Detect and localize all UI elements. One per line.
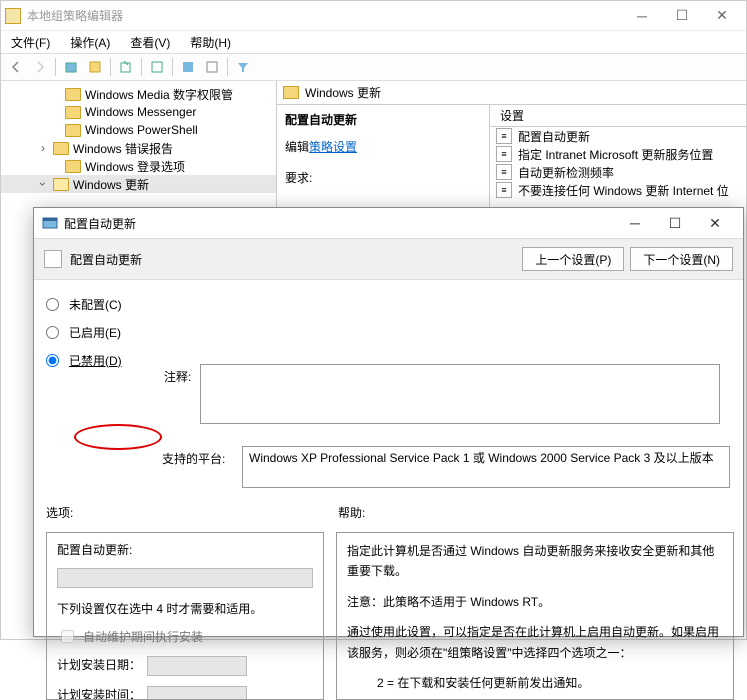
policy-icon <box>44 250 62 268</box>
help-button[interactable] <box>177 56 199 78</box>
properties-button[interactable] <box>201 56 223 78</box>
details-header: Windows 更新 <box>277 81 746 105</box>
dialog-toolbar-label: 配置自动更新 <box>70 251 516 268</box>
folder-icon <box>53 142 69 155</box>
help-box: 指定此计算机是否通过 Windows 自动更新服务来接收安全更新和其他重要下载。… <box>336 532 734 700</box>
refresh-button[interactable] <box>146 56 168 78</box>
policy-icon: ≡ <box>496 146 512 162</box>
list-item[interactable]: ≡配置自动更新 <box>490 127 746 145</box>
menu-file[interactable]: 文件(F) <box>5 32 56 53</box>
dialog-title: 配置自动更新 <box>64 215 615 232</box>
dialog-icon <box>42 215 58 231</box>
filter-button[interactable] <box>232 56 254 78</box>
comment-label: 注释: <box>164 368 191 385</box>
export-button[interactable] <box>115 56 137 78</box>
dialog-toolbar: 配置自动更新 上一个设置(P) 下一个设置(N) <box>34 238 743 280</box>
folder-icon <box>283 86 299 99</box>
highlight-ellipse <box>74 424 162 450</box>
options-heading: 配置自动更新: <box>57 541 313 558</box>
app-icon <box>5 8 21 24</box>
list-item[interactable]: ≡指定 Intranet Microsoft 更新服务位置 <box>490 145 746 163</box>
policy-icon: ≡ <box>496 128 512 144</box>
prev-setting-button[interactable]: 上一个设置(P) <box>522 247 624 271</box>
install-time-label: 计划安装时间： <box>57 688 141 700</box>
install-date-select[interactable] <box>147 656 247 676</box>
edit-policy-link[interactable]: 策略设置 <box>309 140 357 154</box>
options-label: 选项: <box>46 504 338 521</box>
tree-item[interactable]: Windows PowerShell <box>1 121 276 139</box>
options-note: 下列设置仅在选中 4 时才需要和适用。 <box>57 600 313 617</box>
menu-action[interactable]: 操作(A) <box>64 32 116 53</box>
maximize-button[interactable]: ☐ <box>662 2 702 30</box>
dialog-minimize-button[interactable]: ─ <box>615 210 655 236</box>
list-button[interactable] <box>84 56 106 78</box>
radio-disabled[interactable]: 已禁用(D) <box>46 346 151 374</box>
toolbar <box>1 53 746 81</box>
policy-dialog: 配置自动更新 ─ ☐ ✕ 配置自动更新 上一个设置(P) 下一个设置(N) 未配… <box>33 207 744 637</box>
tree-item[interactable]: ›Windows 错误报告 <box>1 139 276 157</box>
up-button[interactable] <box>60 56 82 78</box>
list-item[interactable]: ≡不要连接任何 Windows 更新 Internet 位 <box>490 181 746 199</box>
tree-item[interactable]: Windows Media 数字权限管 <box>1 85 276 103</box>
dialog-maximize-button[interactable]: ☐ <box>655 210 695 236</box>
install-time-select[interactable] <box>147 686 247 700</box>
comment-textarea[interactable] <box>200 364 720 424</box>
column-header[interactable]: 设置 <box>490 105 746 127</box>
platform-label: 支持的平台: <box>162 450 225 467</box>
forward-button[interactable] <box>29 56 51 78</box>
menu-help[interactable]: 帮助(H) <box>184 32 237 53</box>
policy-icon: ≡ <box>496 164 512 180</box>
info-heading: 配置自动更新 <box>285 111 481 128</box>
options-box: 配置自动更新: 下列设置仅在选中 4 时才需要和适用。 自动维护期间执行安装 计… <box>46 532 324 700</box>
folder-open-icon <box>53 178 69 191</box>
back-button[interactable] <box>5 56 27 78</box>
next-setting-button[interactable]: 下一个设置(N) <box>630 247 733 271</box>
folder-icon <box>65 160 81 173</box>
tree-item-selected[interactable]: ›Windows 更新 <box>1 175 276 193</box>
close-button[interactable]: ✕ <box>702 2 742 30</box>
folder-icon <box>65 124 81 137</box>
minimize-button[interactable]: ─ <box>622 2 662 30</box>
main-titlebar: 本地组策略编辑器 ─ ☐ ✕ <box>1 1 746 31</box>
maintenance-checkbox[interactable]: 自动维护期间执行安装 <box>57 627 313 646</box>
radio-not-configured[interactable]: 未配置(C) <box>46 290 151 318</box>
menu-view[interactable]: 查看(V) <box>124 32 176 53</box>
requirements-label: 要求: <box>285 169 481 186</box>
radio-enabled[interactable]: 已启用(E) <box>46 318 151 346</box>
platform-box: Windows XP Professional Service Pack 1 或… <box>242 446 730 488</box>
dialog-close-button[interactable]: ✕ <box>695 210 735 236</box>
install-date-label: 计划安装日期： <box>57 658 141 672</box>
help-label: 帮助: <box>338 504 365 521</box>
tree-item[interactable]: Windows Messenger <box>1 103 276 121</box>
policy-icon: ≡ <box>496 182 512 198</box>
folder-icon <box>65 88 81 101</box>
list-item[interactable]: ≡自动更新检测频率 <box>490 163 746 181</box>
folder-icon <box>65 106 81 119</box>
tree-item[interactable]: Windows 登录选项 <box>1 157 276 175</box>
window-title: 本地组策略编辑器 <box>27 7 622 24</box>
dialog-titlebar: 配置自动更新 ─ ☐ ✕ <box>34 208 743 238</box>
update-mode-select[interactable] <box>57 568 313 588</box>
menubar: 文件(F) 操作(A) 查看(V) 帮助(H) <box>1 31 746 53</box>
